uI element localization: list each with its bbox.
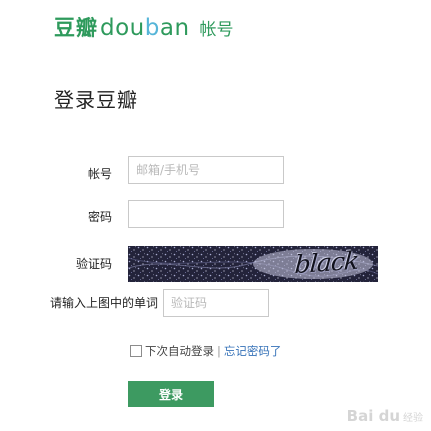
remember-label[interactable]: 下次自动登录 [145, 343, 214, 359]
forgot-password-link[interactable]: 忘记密码了 [224, 343, 282, 359]
captcha-prompt: 请输入上图中的单词 [49, 296, 158, 310]
separator: | [217, 344, 221, 358]
watermark-brand: Bai du [346, 407, 400, 425]
login-page: 豆瓣 douban 帐号 登录豆瓣 帐号 密码 验证码 black [0, 0, 431, 431]
logo-english: douban [100, 15, 190, 41]
password-label: 密码 [87, 210, 112, 224]
password-input[interactable] [128, 200, 284, 228]
remember-checkbox[interactable] [130, 345, 142, 357]
page-title: 登录豆瓣 [54, 88, 138, 112]
logo-english-pre: dou [100, 15, 145, 41]
watermark-sub: 经验 [403, 413, 423, 424]
captcha-input[interactable] [163, 289, 269, 317]
login-button[interactable]: 登录 [128, 381, 214, 407]
captcha-label: 验证码 [75, 257, 112, 271]
account-input[interactable] [128, 156, 284, 184]
captcha-word: black [293, 246, 360, 280]
watermark: Bai du 经验 [347, 407, 423, 425]
account-label: 帐号 [87, 167, 112, 181]
douban-logo[interactable]: 豆瓣 douban 帐号 [54, 12, 234, 44]
logo-english-b: b [144, 15, 160, 41]
logo-chinese: 豆瓣 [54, 16, 98, 40]
logo-english-post: an [159, 15, 190, 41]
logo-account-label: 帐号 [199, 20, 234, 40]
remember-row: 下次自动登录 | 忘记密码了 [130, 343, 281, 359]
captcha-image[interactable]: black [128, 246, 378, 282]
